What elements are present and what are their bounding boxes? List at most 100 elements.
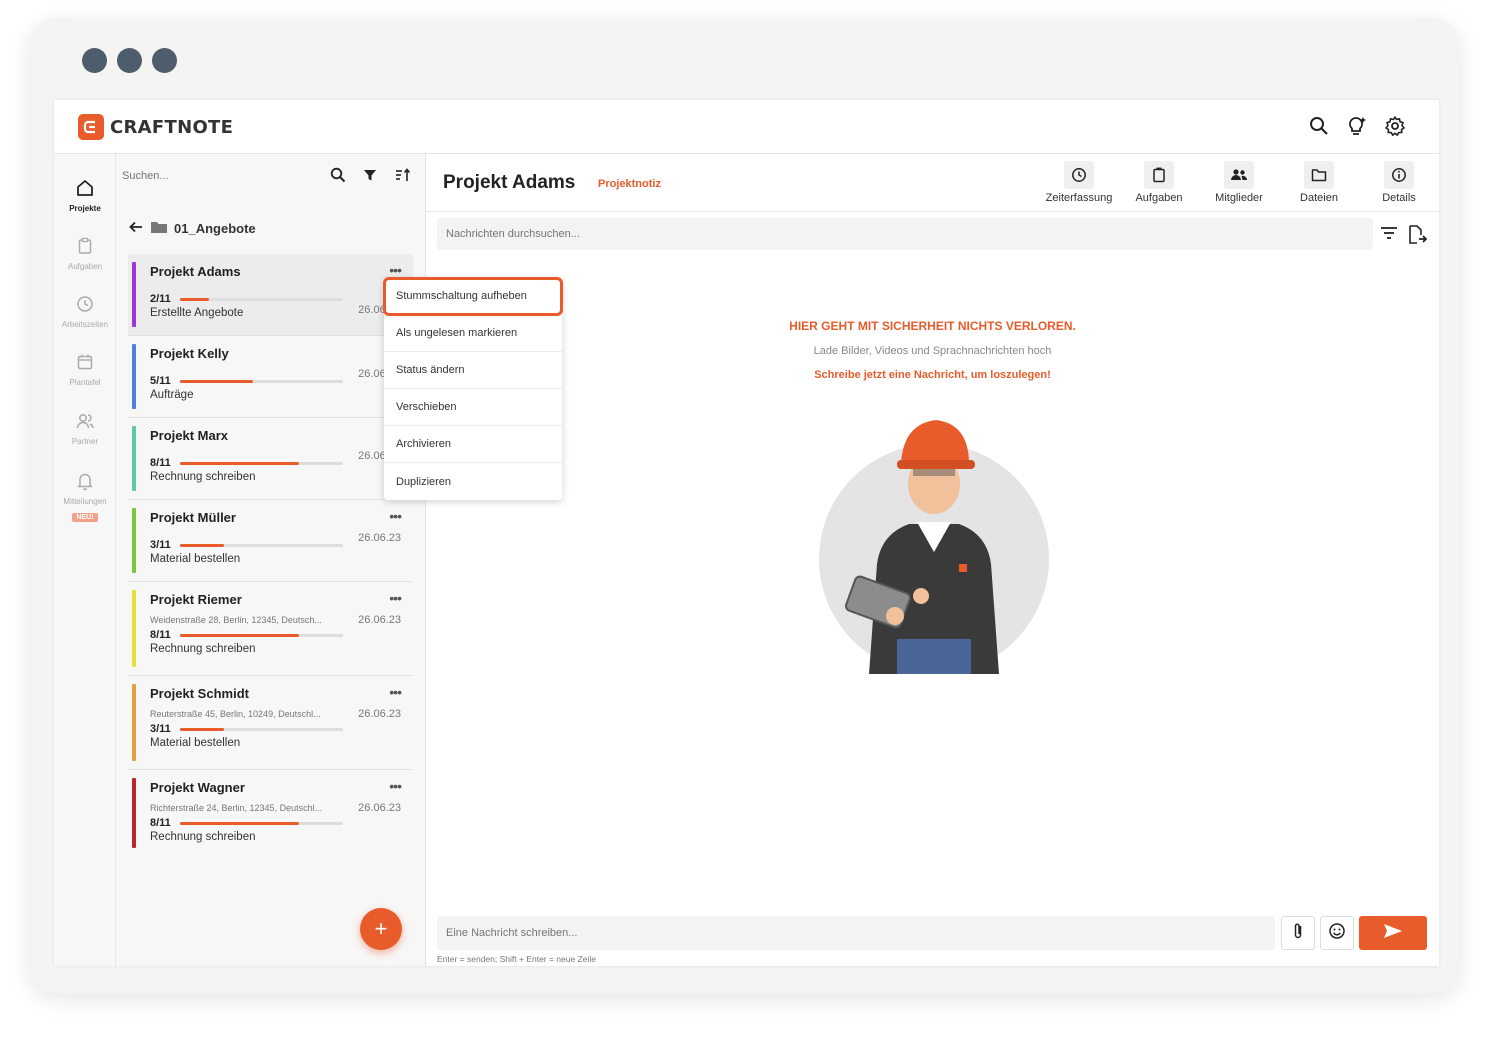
progress-fill (180, 633, 299, 637)
project-card[interactable]: Projekt Riemer ••• 26.06.23 Weidenstraße… (128, 582, 413, 676)
rail-item-partner[interactable]: Partner (54, 409, 116, 446)
lightbulb-icon[interactable] (1345, 114, 1369, 138)
home-icon (54, 176, 116, 200)
project-list: Projekt Adams ••• 26.06.23 2/11 Erstellt… (128, 254, 413, 856)
browser-frame: CRAFTNOTE Projekte Aufgaben Arbeitszeite… (30, 18, 1459, 993)
search-icon[interactable] (330, 167, 346, 188)
project-name: Projekt Marx (150, 428, 229, 443)
progress-label: 3/11 (150, 539, 171, 551)
more-icon[interactable]: ••• (389, 262, 402, 278)
gear-icon[interactable] (1383, 114, 1407, 138)
project-color-bar (132, 426, 136, 491)
logo[interactable]: CRAFTNOTE (78, 114, 233, 140)
info-icon (1384, 161, 1414, 189)
progress-label: 8/11 (150, 457, 171, 469)
project-card[interactable]: Projekt Müller ••• 26.06.23 3/11 Materia… (128, 500, 413, 582)
rail-item-mitteilungen[interactable]: Mitteilungen NEU! (54, 469, 116, 524)
calendar-icon (54, 350, 116, 374)
progress-row: 3/11 (150, 723, 413, 735)
filter-lines-icon[interactable] (1379, 224, 1399, 251)
back-arrow-icon[interactable] (128, 220, 144, 237)
project-date: 26.06.23 (358, 532, 401, 544)
menu-item-duplicate[interactable]: Duplizieren (384, 463, 562, 500)
project-color-bar (132, 344, 136, 409)
progress-bar (180, 461, 343, 465)
smiley-icon (1328, 922, 1346, 945)
clock-icon (1064, 161, 1094, 189)
chat-header: Projekt Adams Projektnotiz Zeiterfassung… (426, 154, 1439, 212)
window-controls (82, 48, 177, 73)
more-icon[interactable]: ••• (389, 590, 402, 606)
more-icon[interactable]: ••• (389, 778, 402, 794)
export-file-icon[interactable] (1407, 224, 1428, 251)
project-card[interactable]: Projekt Kelly 26.06.23 5/11 Aufträge (128, 336, 413, 418)
tab-dateien[interactable]: Dateien (1279, 161, 1359, 204)
rail-item-projekte[interactable]: Projekte (54, 176, 116, 213)
rail-label: Projekte (69, 204, 101, 213)
rail-item-aufgaben[interactable]: Aufgaben (54, 234, 116, 271)
more-icon[interactable]: ••• (389, 684, 402, 700)
project-search-input[interactable] (122, 170, 312, 182)
project-name: Projekt Riemer (150, 592, 242, 607)
tab-zeiterfassung[interactable]: Zeiterfassung (1039, 161, 1119, 204)
search-icon[interactable] (1307, 114, 1331, 138)
sort-icon[interactable] (394, 167, 412, 188)
progress-bar (180, 297, 343, 301)
project-name: Projekt Kelly (150, 346, 229, 361)
progress-fill (180, 727, 224, 731)
menu-item-unmute[interactable]: Stummschaltung aufheben (383, 277, 563, 316)
tab-details[interactable]: Details (1359, 161, 1439, 204)
project-list-panel: 01_Angebote Projekt Adams ••• 26.06.23 2… (116, 154, 426, 966)
window-dot[interactable] (117, 48, 142, 73)
window-dot[interactable] (152, 48, 177, 73)
brand-name: CRAFTNOTE (110, 116, 234, 138)
empty-state-subtitle: Lade Bilder, Videos und Sprachnachrichte… (813, 345, 1052, 357)
more-icon[interactable]: ••• (389, 508, 402, 524)
project-card[interactable]: Projekt Wagner ••• 26.06.23 Richterstraß… (128, 770, 413, 856)
menu-item-mark-unread[interactable]: Als ungelesen markieren (384, 315, 562, 352)
clipboard-icon (1144, 161, 1174, 189)
project-status: Rechnung schreiben (150, 471, 256, 483)
rail-label: Plantafel (69, 378, 101, 387)
app-window: CRAFTNOTE Projekte Aufgaben Arbeitszeite… (54, 100, 1439, 966)
project-date: 26.06.23 (358, 614, 401, 626)
clipboard-icon (54, 234, 116, 258)
progress-label: 3/11 (150, 723, 171, 735)
folder-breadcrumb[interactable]: 01_Angebote (128, 220, 256, 237)
progress-fill (180, 379, 254, 383)
folder-icon (1304, 161, 1334, 189)
menu-item-archive[interactable]: Archivieren (384, 426, 562, 463)
project-card[interactable]: Projekt Schmidt ••• 26.06.23 Reuterstraß… (128, 676, 413, 770)
emoji-button[interactable] (1320, 916, 1354, 950)
window-dot[interactable] (82, 48, 107, 73)
rail-label: Arbeitszeiten (61, 320, 109, 329)
bell-icon (54, 469, 116, 493)
message-search-input[interactable] (437, 218, 1373, 250)
project-address: Richterstraße 24, Berlin, 12345, Deutsch… (150, 803, 323, 813)
compose-hint: Enter = senden; Shift + Enter = neue Zei… (437, 954, 597, 964)
project-date: 26.06.23 (358, 708, 401, 720)
menu-item-change-status[interactable]: Status ändern (384, 352, 562, 389)
project-name: Projekt Wagner (150, 780, 245, 795)
menu-item-move[interactable]: Verschieben (384, 389, 562, 426)
tab-aufgaben[interactable]: Aufgaben (1119, 161, 1199, 204)
tab-mitglieder[interactable]: Mitglieder (1199, 161, 1279, 204)
project-card[interactable]: Projekt Adams ••• 26.06.23 2/11 Erstellt… (128, 254, 413, 336)
attach-button[interactable] (1281, 916, 1315, 950)
rail-item-arbeitszeiten[interactable]: Arbeitszeiten (54, 292, 116, 329)
progress-bar (180, 379, 343, 383)
message-input[interactable] (437, 916, 1275, 950)
project-name: Projekt Müller (150, 510, 236, 525)
tab-label: Dateien (1300, 192, 1338, 204)
rail-label: Aufgaben (67, 262, 103, 271)
add-project-button[interactable]: + (360, 908, 402, 950)
progress-label: 8/11 (150, 629, 171, 641)
rail-item-plantafel[interactable]: Plantafel (54, 350, 116, 387)
progress-label: 2/11 (150, 293, 171, 305)
filter-icon[interactable] (362, 167, 378, 188)
send-button[interactable] (1359, 916, 1427, 950)
page-title: Projekt Adams (443, 172, 576, 193)
members-icon (1224, 161, 1254, 189)
project-color-bar (132, 590, 136, 667)
project-card[interactable]: Projekt Marx 26.06.23 8/11 Rechnung schr… (128, 418, 413, 500)
